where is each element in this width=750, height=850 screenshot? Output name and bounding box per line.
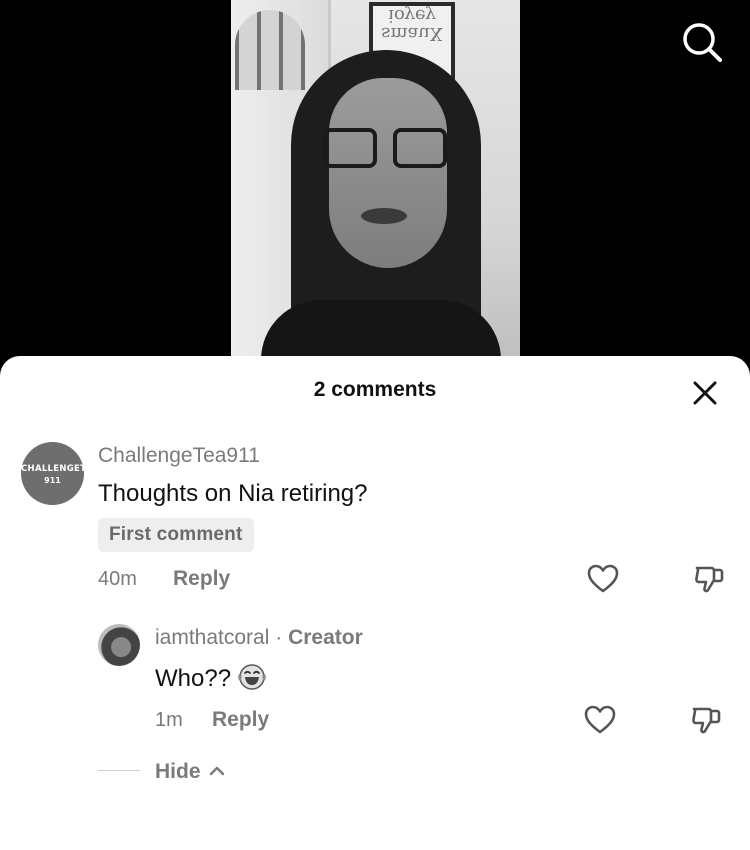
reply-reply-button[interactable]: Reply [212, 708, 269, 732]
comment-timestamp: 40m [98, 568, 137, 590]
reply-text: Who?? [155, 665, 232, 692]
video-person-glasses [323, 128, 447, 172]
thumbs-down-icon[interactable] [689, 703, 723, 737]
reply-timestamp: 1m [155, 709, 183, 731]
avatar-text-line1: CHALLENGETEA [21, 464, 100, 474]
first-comment-badge: First comment [98, 518, 254, 552]
app-screen: ioyey smauX 2 comments CHALLENGETEA 911 … [0, 0, 750, 850]
chevron-up-icon [209, 758, 225, 782]
laughing-emoji-icon [237, 662, 267, 697]
reply-username-line: iamthatcoral · Creator [155, 626, 363, 650]
video-person-face [329, 78, 447, 268]
reply-avatar[interactable] [98, 624, 140, 666]
hide-label: Hide [155, 760, 201, 783]
reply-text-line: Who?? [155, 662, 267, 697]
close-icon[interactable] [690, 378, 720, 408]
poster-text-top: ioyey [388, 5, 436, 26]
poster-text-bottom: smauX [381, 23, 443, 44]
avatar[interactable]: CHALLENGETEA 911 [21, 442, 100, 505]
video-person-lips [361, 208, 407, 224]
search-icon[interactable] [680, 20, 724, 64]
comments-sheet: 2 comments CHALLENGETEA 911 ChallengeTea… [0, 356, 750, 850]
comments-count-title: 2 comments [313, 378, 437, 401]
video-player[interactable]: ioyey smauX [231, 0, 520, 372]
comment-username[interactable]: ChallengeTea911 [98, 444, 260, 468]
hide-replies-button[interactable]: Hide [155, 758, 225, 784]
username-separator: · [269, 626, 289, 649]
hide-divider [98, 770, 140, 771]
comment-text: Thoughts on Nia retiring? [98, 480, 368, 507]
reply-button[interactable]: Reply [173, 567, 230, 591]
heart-icon[interactable] [586, 562, 620, 596]
thumbs-down-icon[interactable] [692, 562, 726, 596]
reply-username[interactable]: iamthatcoral [155, 626, 269, 649]
avatar-text-line2: 911 [44, 476, 61, 485]
creator-label: Creator [288, 626, 363, 649]
heart-icon[interactable] [583, 703, 617, 737]
